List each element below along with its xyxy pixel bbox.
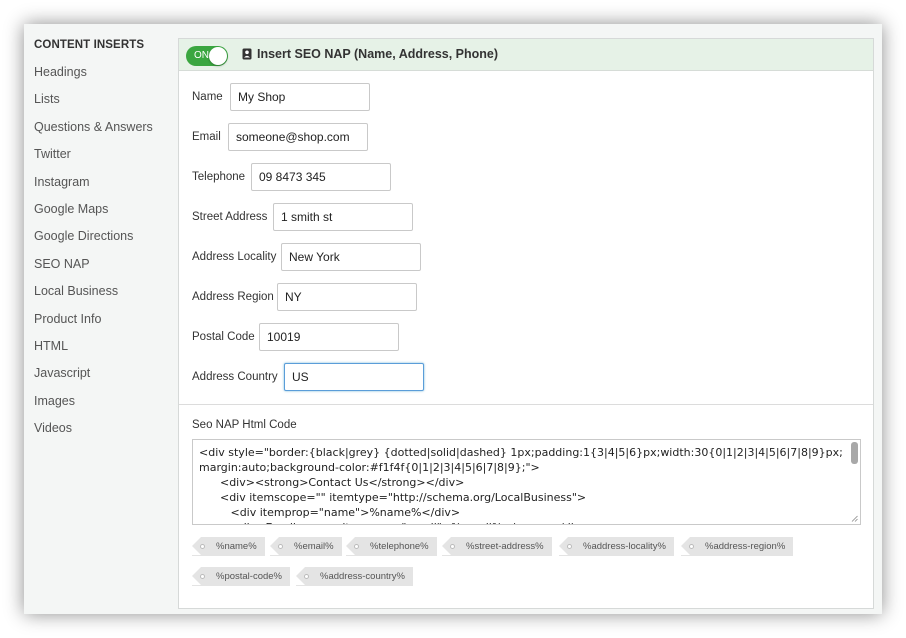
sidebar-item-questions-answers[interactable]: Questions & Answers — [34, 120, 153, 134]
telephone-field[interactable] — [251, 163, 391, 191]
sidebar-item-google-maps[interactable]: Google Maps — [34, 202, 108, 216]
postal-code-label: Postal Code — [192, 331, 255, 343]
street-address-field[interactable] — [273, 203, 413, 231]
postal-code-field[interactable] — [259, 323, 399, 351]
toggle-knob — [209, 47, 227, 65]
tag-postal-code[interactable]: %postal-code% — [192, 567, 291, 586]
address-region-field[interactable] — [277, 283, 417, 311]
sidebar-item-lists[interactable]: Lists — [34, 92, 60, 106]
sidebar: CONTENT INSERTS Headings Lists Questions… — [24, 24, 178, 614]
enable-toggle[interactable]: ON — [186, 46, 228, 66]
address-locality-field[interactable] — [281, 243, 421, 271]
telephone-label: Telephone — [192, 171, 246, 183]
section-divider — [179, 404, 873, 405]
code-scrollbar[interactable] — [850, 441, 859, 523]
html-code-text: <div style="border:{black|grey} {dotted|… — [199, 446, 843, 524]
app-window: CONTENT INSERTS Headings Lists Questions… — [24, 24, 882, 614]
html-code-textarea[interactable]: <div style="border:{black|grey} {dotted|… — [192, 439, 861, 525]
tag-address-locality[interactable]: %address-locality% — [559, 537, 674, 556]
tag-email[interactable]: %email% — [270, 537, 342, 556]
contact-card-icon — [242, 48, 252, 60]
sidebar-item-local-business[interactable]: Local Business — [34, 284, 118, 298]
panel-title: Insert SEO NAP (Name, Address, Phone) — [257, 47, 499, 61]
sidebar-item-html[interactable]: HTML — [34, 339, 68, 353]
address-country-label: Address Country — [192, 371, 278, 383]
tag-hole-icon — [354, 544, 359, 549]
resize-grip-icon[interactable] — [851, 515, 858, 522]
tag-hole-icon — [689, 544, 694, 549]
main-panel: ON Insert SEO NAP (Name, Address, Phone)… — [178, 38, 874, 609]
name-field[interactable] — [230, 83, 370, 111]
tag-telephone[interactable]: %telephone% — [346, 537, 437, 556]
address-country-field[interactable] — [284, 363, 424, 391]
toggle-label: ON — [194, 50, 209, 61]
sidebar-item-google-directions[interactable]: Google Directions — [34, 229, 133, 243]
tag-hole-icon — [200, 574, 205, 579]
tag-street-address[interactable]: %street-address% — [442, 537, 552, 556]
panel-header: ON Insert SEO NAP (Name, Address, Phone) — [179, 39, 873, 71]
tag-hole-icon — [450, 544, 455, 549]
code-label: Seo NAP Html Code — [192, 419, 297, 431]
sidebar-item-seo-nap[interactable]: SEO NAP — [34, 257, 90, 271]
email-label: Email — [192, 131, 221, 143]
sidebar-item-headings[interactable]: Headings — [34, 65, 87, 79]
sidebar-item-videos[interactable]: Videos — [34, 421, 72, 435]
tag-hole-icon — [200, 544, 205, 549]
address-region-label: Address Region — [192, 291, 274, 303]
sidebar-item-images[interactable]: Images — [34, 394, 75, 408]
code-scrollbar-thumb[interactable] — [851, 442, 858, 464]
address-locality-label: Address Locality — [192, 251, 277, 263]
sidebar-header: CONTENT INSERTS — [34, 39, 145, 51]
sidebar-item-twitter[interactable]: Twitter — [34, 147, 71, 161]
tag-hole-icon — [567, 544, 572, 549]
tag-hole-icon — [278, 544, 283, 549]
street-address-label: Street Address — [192, 211, 268, 223]
sidebar-item-instagram[interactable]: Instagram — [34, 175, 90, 189]
name-label: Name — [192, 91, 223, 103]
tag-hole-icon — [304, 574, 309, 579]
tag-address-country[interactable]: %address-country% — [296, 567, 414, 586]
sidebar-item-product-info[interactable]: Product Info — [34, 312, 101, 326]
tag-name[interactable]: %name% — [192, 537, 265, 556]
email-field[interactable] — [228, 123, 368, 151]
sidebar-item-javascript[interactable]: Javascript — [34, 366, 90, 380]
tag-address-region[interactable]: %address-region% — [681, 537, 794, 556]
